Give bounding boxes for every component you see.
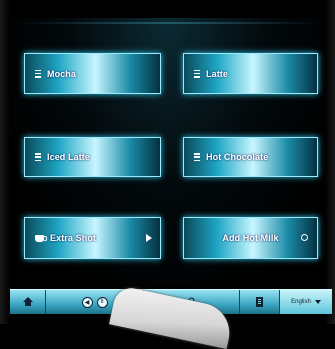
kiosk-frame: Mocha Latte Iced Latte Hot Chocolate Ext… [0,0,335,349]
tile-iced-latte[interactable]: Iced Latte [24,137,161,177]
language-label: English [291,299,311,305]
tile-label: Extra Shot [50,233,97,243]
tile-latte[interactable]: Latte [183,53,318,94]
chevron-down-icon [314,300,321,304]
tile-label: Iced Latte [47,152,91,162]
bezel-left [0,0,10,324]
menu-icon [194,69,200,78]
document-icon [256,297,263,307]
menu-icon [194,153,200,161]
tile-label: Mocha [47,68,77,79]
tile-label: Hot Chocolate [206,152,269,162]
top-divider [20,22,320,24]
language-select[interactable]: English [280,290,332,314]
tile-hot-chocolate[interactable]: Hot Chocolate [183,137,318,177]
tile-label: Add Hot Milk [222,233,279,243]
ring-icon [301,234,308,241]
tile-mocha[interactable]: Mocha [24,53,161,94]
document-button[interactable] [240,290,280,314]
tile-label: Latte [206,68,229,79]
tile-extra-shot[interactable]: Extra Shot [24,217,161,259]
bezel-right [325,0,335,324]
back-button[interactable]: ◀ [81,296,93,308]
pause-button[interactable]: II [96,296,108,308]
menu-icon [35,69,41,78]
tile-add-hot-milk[interactable]: Add Hot Milk [183,217,318,259]
cup-icon [35,234,47,242]
home-icon [22,296,33,306]
home-button[interactable] [10,290,46,314]
play-icon [146,234,152,242]
menu-icon [35,153,41,161]
